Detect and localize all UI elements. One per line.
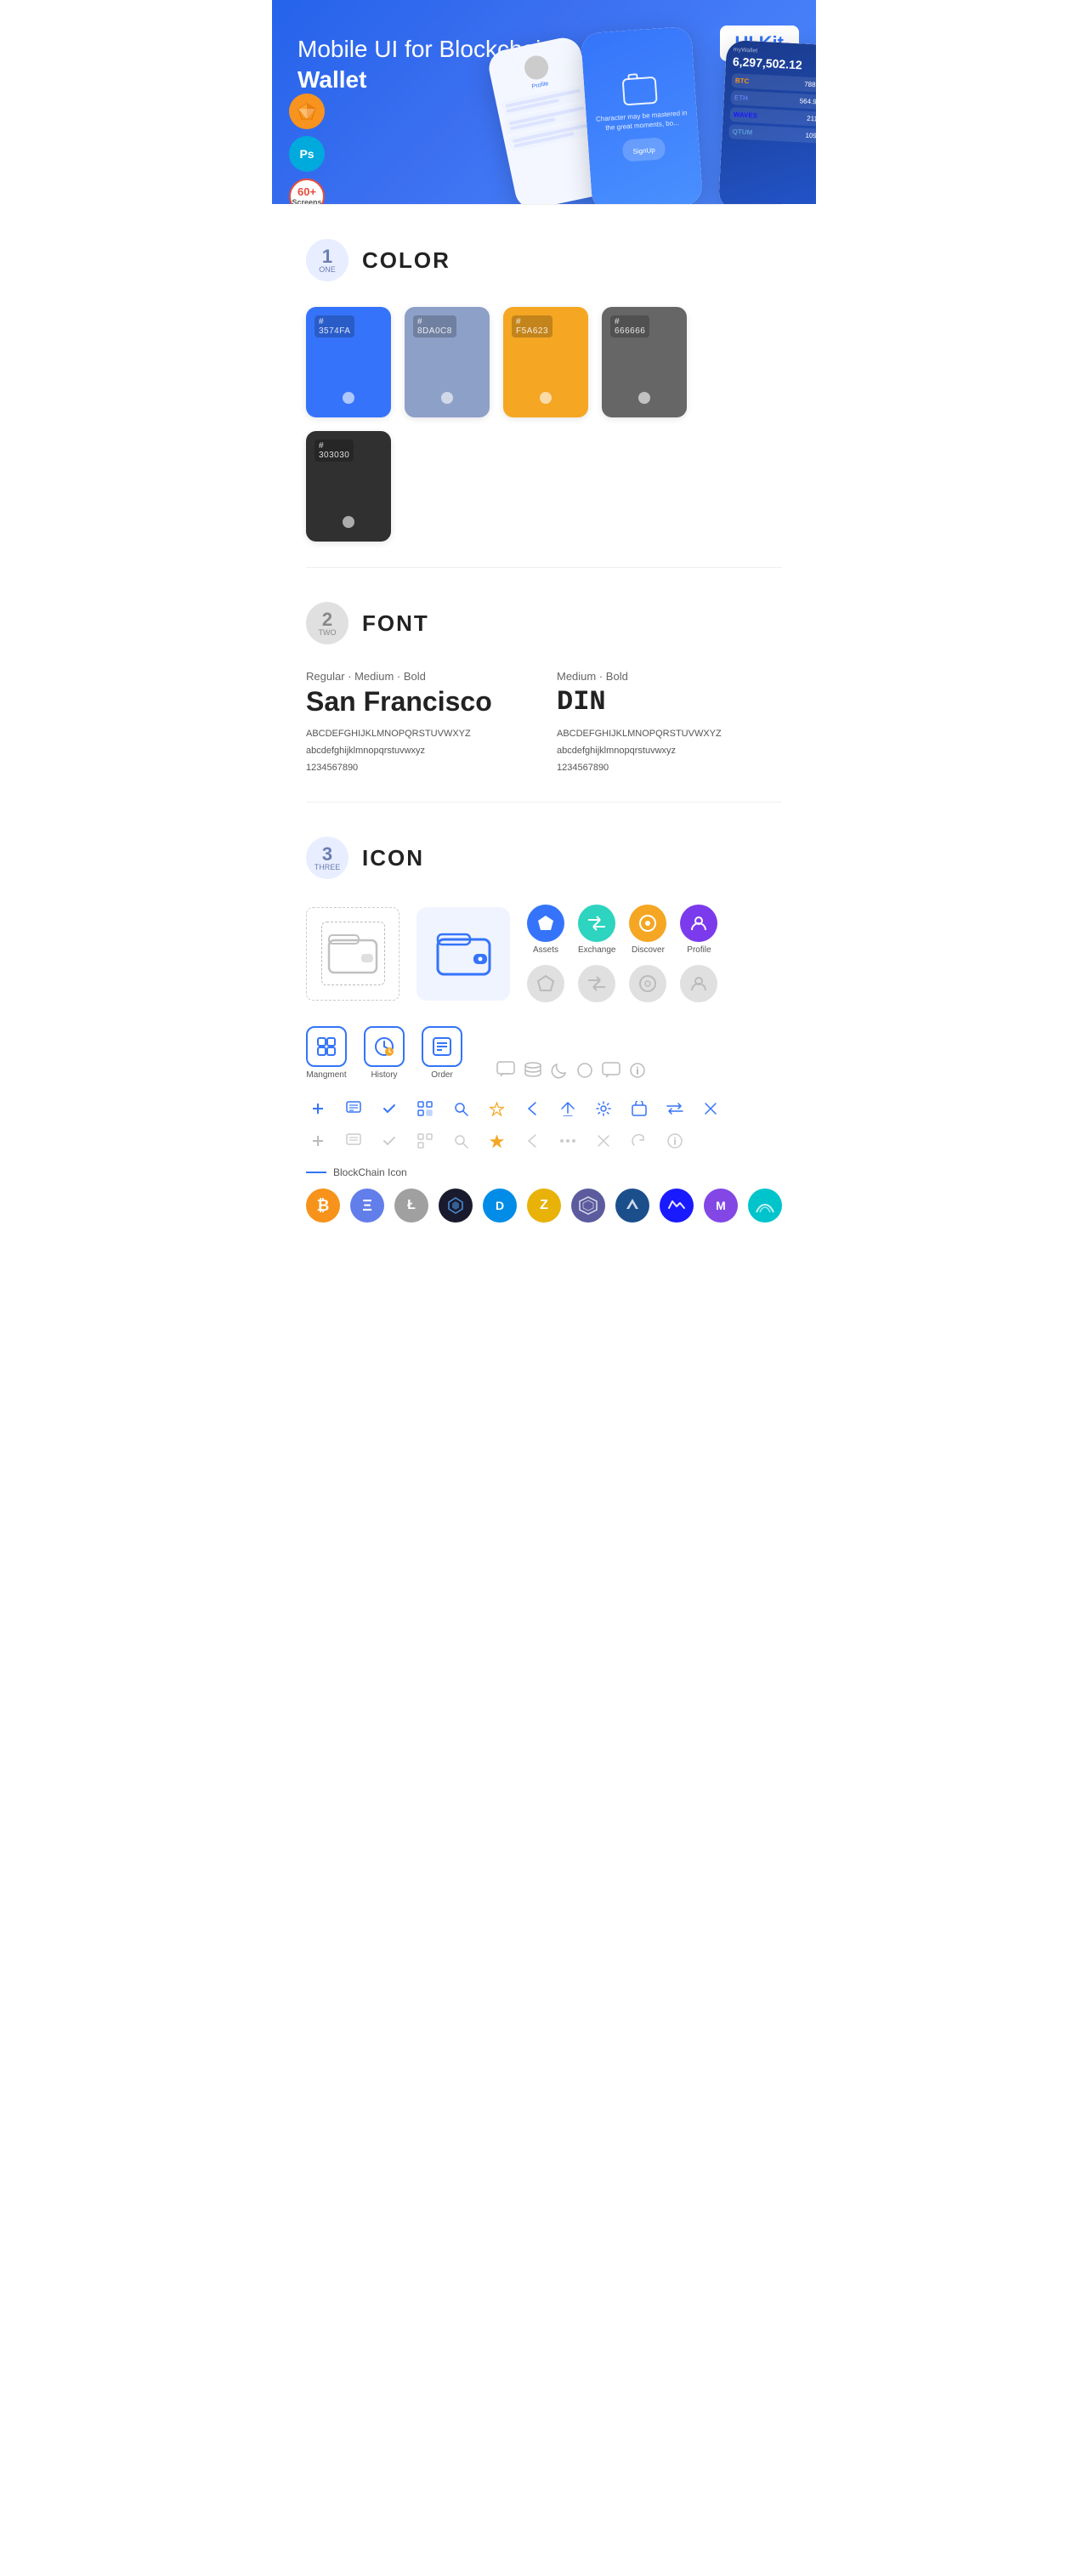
moon-icon bbox=[551, 1062, 568, 1079]
wallet-icon-filled bbox=[416, 907, 510, 1001]
plus-icon bbox=[306, 1097, 330, 1121]
bitcoin-icon: ₿ bbox=[306, 1189, 340, 1223]
sketch-badge bbox=[289, 94, 325, 129]
edit-icon bbox=[342, 1097, 366, 1121]
icon-history: History bbox=[364, 1026, 405, 1080]
circle-icon bbox=[576, 1062, 593, 1079]
qr-icon bbox=[413, 1097, 437, 1121]
info-icon bbox=[629, 1062, 646, 1079]
swatch-gray-blue: #8DA0C8 bbox=[405, 307, 490, 417]
font-title: FONT bbox=[362, 610, 429, 637]
icon-profile: Profile bbox=[680, 905, 717, 955]
bottom-nav-icons: Mangment History Order bbox=[306, 1026, 782, 1080]
section-number-1: 1 ONE bbox=[306, 239, 348, 281]
export-icon bbox=[627, 1097, 651, 1121]
icon-discover: Discover bbox=[629, 905, 666, 955]
dash-icon: D bbox=[483, 1189, 517, 1223]
plus-icon-gray bbox=[306, 1129, 330, 1153]
check-icon bbox=[377, 1097, 401, 1121]
screens-badge: 60+ Screens bbox=[289, 179, 325, 204]
chat-icon bbox=[496, 1061, 515, 1080]
check-icon-gray bbox=[377, 1129, 401, 1153]
color-swatches: #3574FA #8DA0C8 #F5A623 #666666 #303030 bbox=[306, 307, 782, 542]
chevron-left-icon bbox=[520, 1097, 544, 1121]
ethereum-icon: Ξ bbox=[350, 1189, 384, 1223]
wallet-icon-gray bbox=[327, 933, 378, 974]
color-title: COLOR bbox=[362, 247, 450, 274]
icon-section: 3 THREE ICON bbox=[272, 803, 816, 1248]
phones-area: Profile bbox=[476, 26, 816, 204]
wallet-icon-guideline bbox=[306, 907, 400, 1001]
nav-icons-outline-row bbox=[527, 965, 782, 1002]
nav-icons-area: Assets Exchange Discover bbox=[527, 905, 782, 1002]
share-icon bbox=[556, 1097, 580, 1121]
icon-title: ICON bbox=[362, 845, 424, 871]
nav-icons-top-row: Assets Exchange Discover bbox=[527, 905, 782, 955]
litecoin-icon: Ł bbox=[394, 1189, 428, 1223]
font-section-header: 2 TWO FONT bbox=[306, 602, 782, 644]
sky-icon bbox=[748, 1189, 782, 1223]
font-section: 2 TWO FONT Regular · Medium · Bold San F… bbox=[272, 568, 816, 802]
search-icon-gray bbox=[449, 1129, 473, 1153]
close-icon bbox=[699, 1097, 722, 1121]
pivx-icon bbox=[439, 1189, 473, 1223]
blockchain-label: BlockChain Icon bbox=[306, 1166, 782, 1178]
settings-icon bbox=[592, 1097, 615, 1121]
misc-icons-row bbox=[496, 1061, 646, 1080]
swatch-gray: #666666 bbox=[602, 307, 687, 417]
icon-assets: Assets bbox=[527, 905, 564, 955]
refresh-icon bbox=[627, 1129, 651, 1153]
star-icon-orange bbox=[484, 1129, 508, 1153]
dots-icon bbox=[556, 1129, 580, 1153]
stack-icon bbox=[524, 1062, 542, 1079]
color-section-header: 1 ONE COLOR bbox=[306, 239, 782, 281]
ps-badge: Ps bbox=[289, 136, 325, 172]
stratis-icon bbox=[615, 1189, 649, 1223]
x-icon-gray bbox=[592, 1129, 615, 1153]
swatch-orange: #F5A623 bbox=[503, 307, 588, 417]
color-section: 1 ONE COLOR #3574FA #8DA0C8 #F5A623 #666… bbox=[272, 205, 816, 567]
swap-icon bbox=[663, 1097, 687, 1121]
swatch-blue: #3574FA bbox=[306, 307, 391, 417]
section-number-2: 2 TWO bbox=[306, 602, 348, 644]
zcash-icon: Z bbox=[527, 1189, 561, 1223]
swatch-dark: #303030 bbox=[306, 431, 391, 542]
font-san-francisco: Regular · Medium · Bold San Francisco AB… bbox=[306, 670, 531, 776]
hero-badges: Ps 60+ Screens bbox=[289, 94, 325, 204]
comment-icon bbox=[602, 1062, 620, 1079]
search-icon bbox=[449, 1097, 473, 1121]
info-icon-gray bbox=[663, 1129, 687, 1153]
icon-order: Order bbox=[422, 1026, 462, 1080]
icon-section-header: 3 THREE ICON bbox=[306, 837, 782, 879]
hero-section: Mobile UI for Blockchain Wallet UI Kit P… bbox=[272, 0, 816, 204]
waves-icon bbox=[660, 1189, 694, 1223]
edit-icon-gray bbox=[342, 1129, 366, 1153]
phone-right: myWallet 6,297,502.12 BTC 788.23 ETH 564… bbox=[718, 40, 816, 204]
utility-icons-row-gray bbox=[306, 1129, 782, 1153]
font-din: Medium · Bold DIN ABCDEFGHIJKLMNOPQRSTUV… bbox=[557, 670, 782, 776]
star-icon bbox=[484, 1097, 508, 1121]
chevron-left-icon-gray bbox=[520, 1129, 544, 1153]
matic-icon: M bbox=[704, 1189, 738, 1223]
section-number-3: 3 THREE bbox=[306, 837, 348, 879]
icon-management: Mangment bbox=[306, 1026, 347, 1080]
crypto-coins-row: ₿ Ξ Ł D Z M bbox=[306, 1189, 782, 1223]
icon-exchange: Exchange bbox=[578, 905, 615, 955]
fonts-grid: Regular · Medium · Bold San Francisco AB… bbox=[306, 670, 782, 776]
qr-icon-gray bbox=[413, 1129, 437, 1153]
icon-showcase-row: Assets Exchange Discover bbox=[306, 905, 782, 1002]
phone-center: Character may be mastered in the great m… bbox=[581, 26, 703, 204]
utility-icons-row-blue bbox=[306, 1097, 782, 1121]
grid-icon bbox=[571, 1189, 605, 1223]
